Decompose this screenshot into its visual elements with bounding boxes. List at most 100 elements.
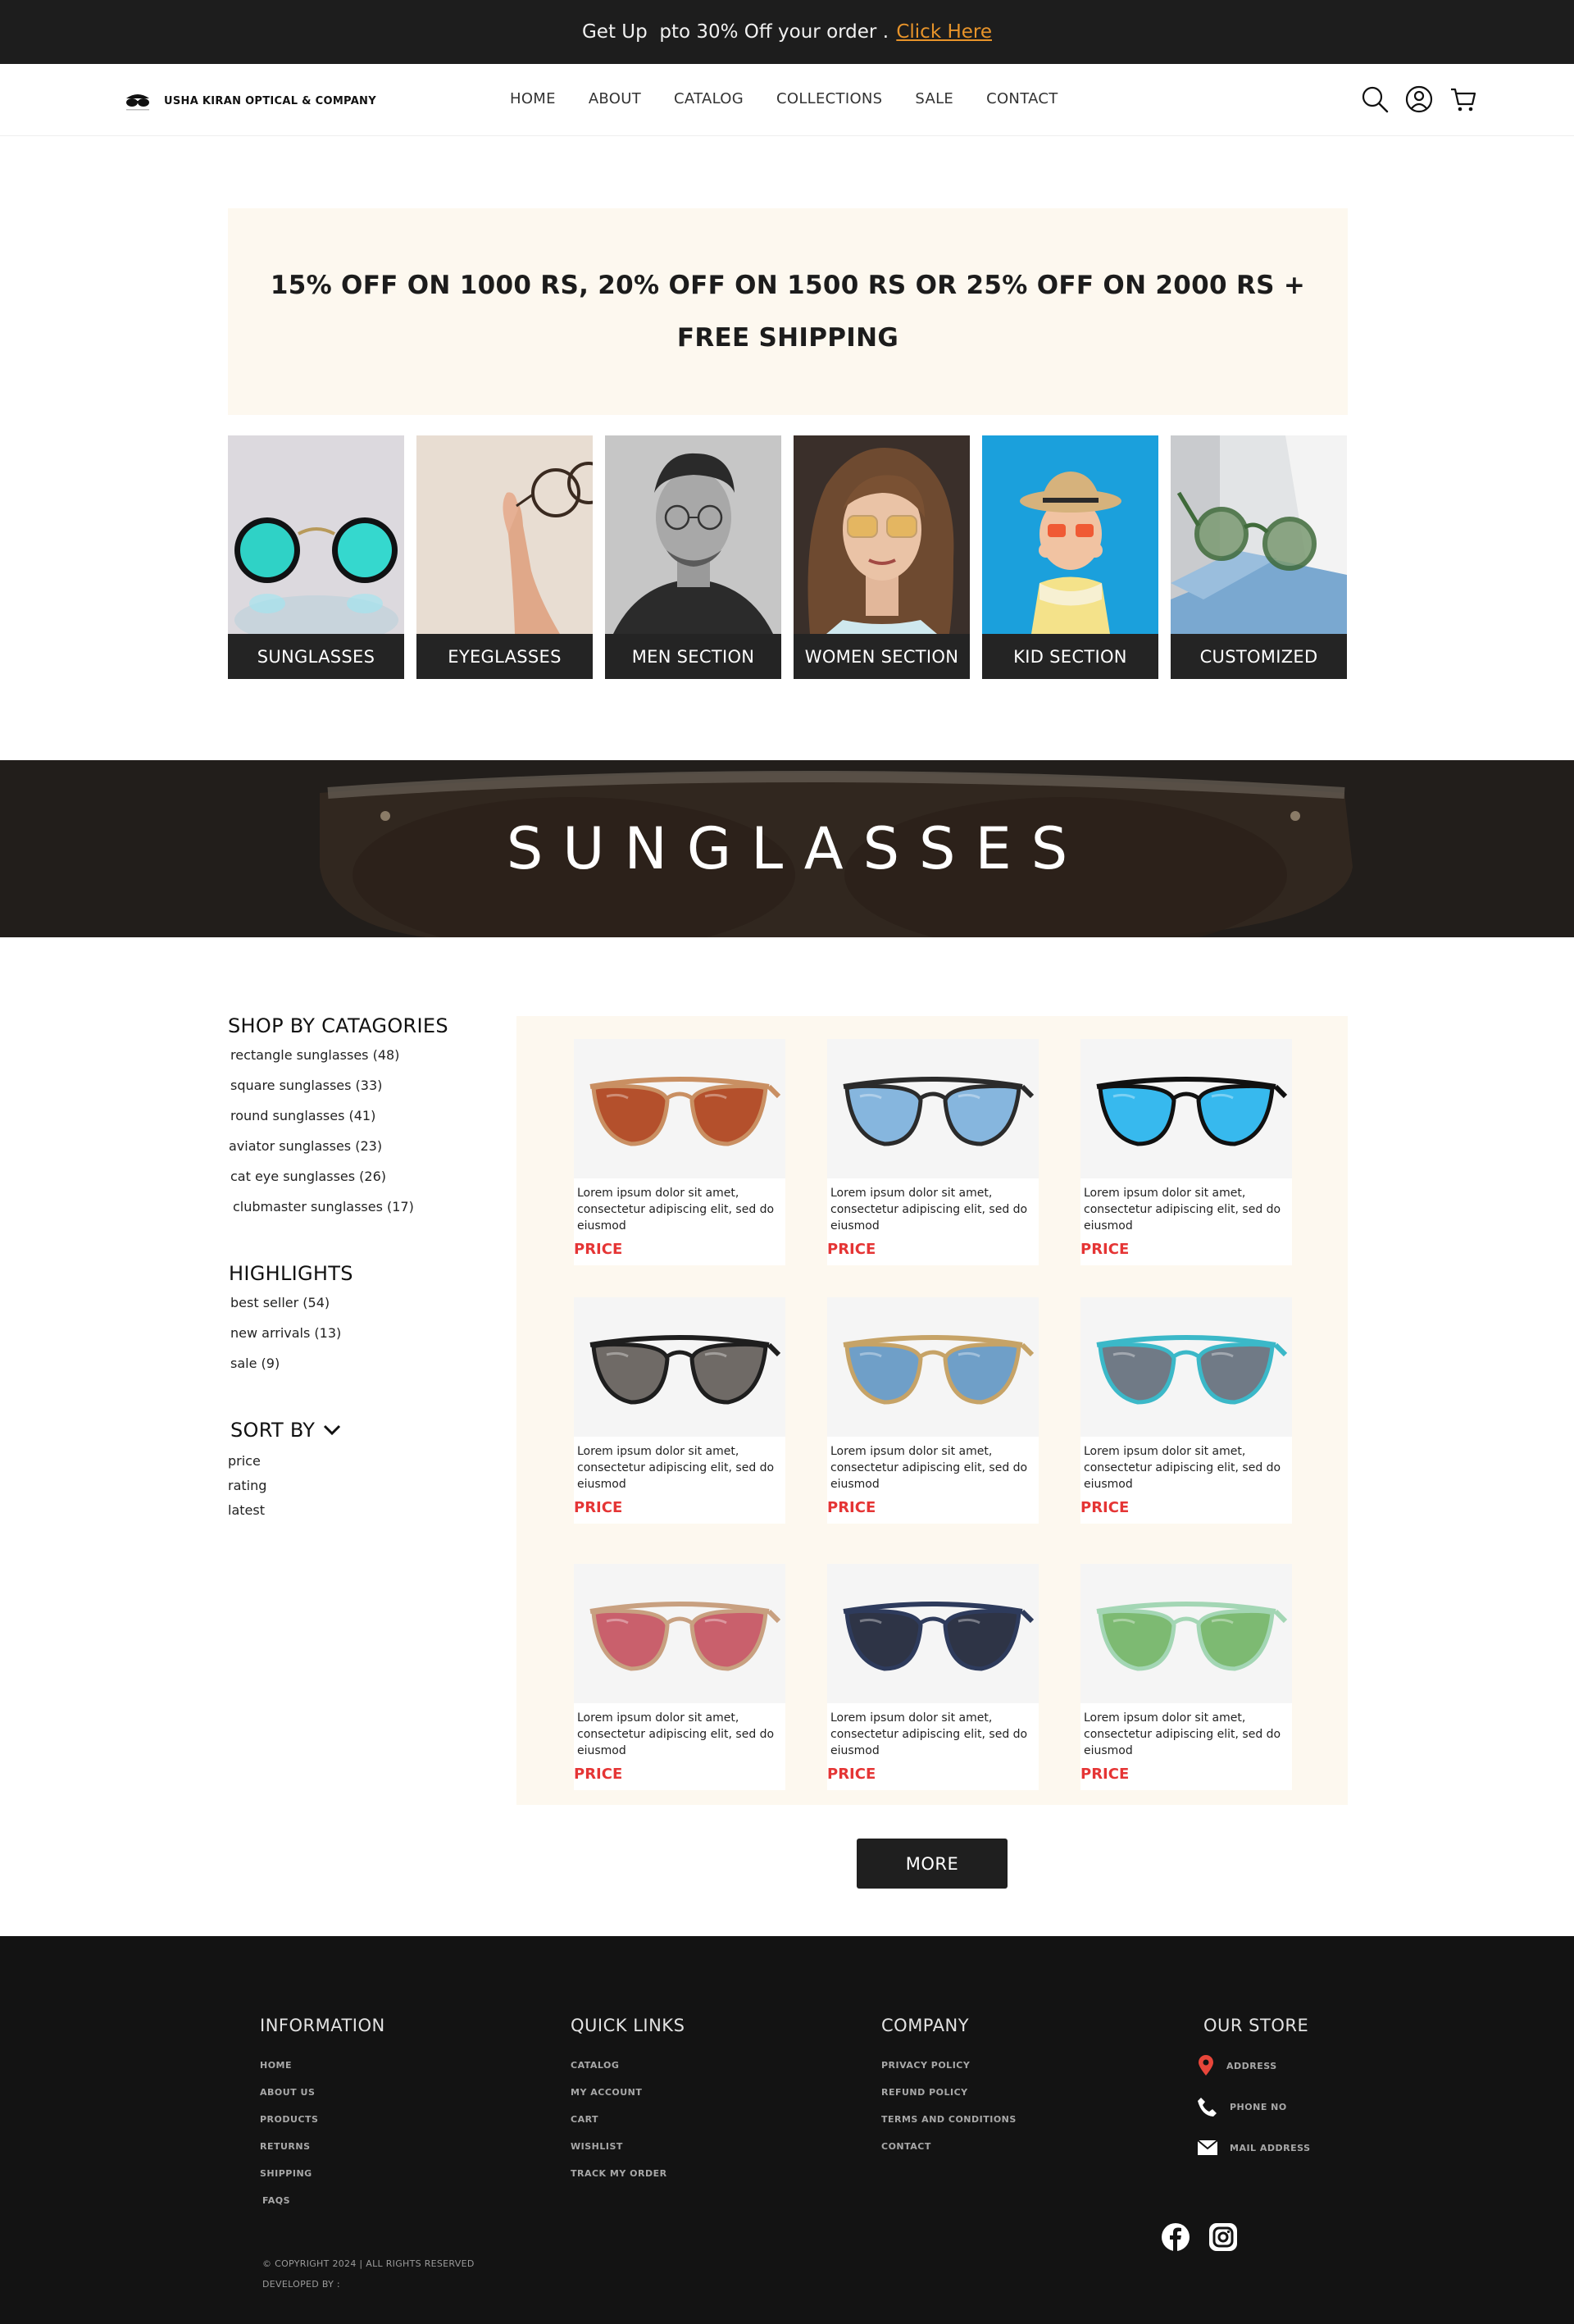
site-footer: INFORMATION HOME ABOUT US PRODUCTS RETUR… bbox=[0, 1936, 1574, 2324]
filter-item[interactable]: square sunglasses (33) bbox=[230, 1078, 482, 1108]
nav-catalog[interactable]: CATALOG bbox=[674, 90, 744, 107]
store-address[interactable]: ADDRESS bbox=[1197, 2045, 1311, 2086]
category-kid-section[interactable]: KID SECTION bbox=[982, 435, 1158, 679]
footer-link[interactable]: MY ACCOUNT bbox=[571, 2087, 685, 2114]
sunglasses-product-icon bbox=[827, 1039, 1039, 1178]
instagram-icon[interactable] bbox=[1208, 2222, 1238, 2252]
filter-item[interactable]: clubmaster sunglasses (17) bbox=[233, 1199, 482, 1229]
category-sunglasses[interactable]: SUNGLASSES bbox=[228, 435, 404, 679]
footer-link[interactable]: HOME bbox=[260, 2060, 385, 2087]
store-mail[interactable]: MAIL ADDRESS bbox=[1197, 2127, 1311, 2168]
brand-name: USHA KIRAN OPTICAL & COMPANY bbox=[164, 94, 376, 107]
product-card[interactable]: Lorem ipsum dolor sit amet, consectetur … bbox=[574, 1564, 785, 1790]
social-links bbox=[1161, 2222, 1238, 2252]
category-men-section[interactable]: MEN SECTION bbox=[605, 435, 781, 679]
category-image bbox=[1171, 435, 1347, 634]
sort-option-latest[interactable]: latest bbox=[228, 1502, 482, 1527]
product-card[interactable]: Lorem ipsum dolor sit amet, consectetur … bbox=[1080, 1039, 1292, 1265]
product-card[interactable]: Lorem ipsum dolor sit amet, consectetur … bbox=[574, 1297, 785, 1524]
store-mail-label: MAIL ADDRESS bbox=[1230, 2142, 1311, 2153]
mail-icon bbox=[1197, 2139, 1218, 2155]
footer-link[interactable]: REFUND POLICY bbox=[881, 2087, 1017, 2114]
product-image[interactable] bbox=[827, 1564, 1039, 1703]
product-image[interactable] bbox=[827, 1039, 1039, 1178]
store-phone[interactable]: PHONE NO bbox=[1197, 2086, 1311, 2127]
cart-icon[interactable] bbox=[1449, 85, 1477, 113]
filter-item[interactable]: rectangle sunglasses (48) bbox=[230, 1047, 482, 1078]
footer-link[interactable]: CART bbox=[571, 2114, 685, 2141]
product-image[interactable] bbox=[574, 1564, 785, 1703]
highlight-item[interactable]: new arrivals (13) bbox=[230, 1325, 482, 1356]
footer-link[interactable]: TERMS AND CONDITIONS bbox=[881, 2114, 1017, 2141]
product-price: PRICE bbox=[574, 1499, 623, 1516]
footer-link[interactable]: FAQS bbox=[262, 2195, 385, 2222]
footer-link[interactable]: CATALOG bbox=[571, 2060, 685, 2087]
product-card[interactable]: Lorem ipsum dolor sit amet, consectetur … bbox=[827, 1297, 1039, 1524]
chevron-down-icon bbox=[324, 1424, 341, 1436]
category-eyeglasses[interactable]: EYEGLASSES bbox=[416, 435, 593, 679]
footer-company: COMPANY PRIVACY POLICY REFUND POLICY TER… bbox=[881, 2016, 1017, 2168]
sort-option-rating[interactable]: rating bbox=[228, 1478, 482, 1502]
announcement-text: Get Up pto 30% Off your order . bbox=[581, 21, 895, 43]
collection-banner: SUNGLASSES bbox=[0, 760, 1574, 937]
highlights-heading: HIGHLIGHTS bbox=[229, 1262, 353, 1285]
highlight-item[interactable]: best seller (54) bbox=[230, 1295, 482, 1325]
filter-item[interactable]: cat eye sunglasses (26) bbox=[230, 1169, 482, 1199]
footer-link[interactable]: PRIVACY POLICY bbox=[881, 2060, 1017, 2087]
filter-item[interactable]: round sunglasses (41) bbox=[230, 1108, 482, 1138]
product-image[interactable] bbox=[574, 1297, 785, 1437]
nav-sale[interactable]: SALE bbox=[915, 90, 953, 107]
footer-link[interactable]: WISHLIST bbox=[571, 2141, 685, 2168]
category-women-section[interactable]: WOMEN SECTION bbox=[794, 435, 970, 679]
product-price: PRICE bbox=[1080, 1766, 1130, 1783]
product-price: PRICE bbox=[827, 1499, 876, 1516]
highlight-item[interactable]: sale (9) bbox=[230, 1356, 482, 1386]
page: Get Up pto 30% Off your order . Click He… bbox=[0, 0, 1574, 2324]
product-image[interactable] bbox=[574, 1039, 785, 1178]
brand-logo[interactable]: USHA KIRAN OPTICAL & COMPANY bbox=[123, 89, 376, 113]
product-image[interactable] bbox=[1080, 1039, 1292, 1178]
product-image[interactable] bbox=[1080, 1297, 1292, 1437]
category-label: MEN SECTION bbox=[605, 634, 781, 679]
nav-home[interactable]: HOME bbox=[510, 90, 556, 107]
product-image[interactable] bbox=[1080, 1564, 1292, 1703]
sort-option-price[interactable]: price bbox=[228, 1453, 482, 1478]
copyright-text: © COPYRIGHT 2024 | ALL RIGHTS RESERVED bbox=[262, 2258, 475, 2269]
filter-item[interactable]: aviator sunglasses (23) bbox=[229, 1138, 482, 1169]
nav-collections[interactable]: COLLECTIONS bbox=[776, 90, 882, 107]
nav-about[interactable]: ABOUT bbox=[589, 90, 641, 107]
location-pin-icon bbox=[1199, 2055, 1213, 2076]
sunglasses-product-icon bbox=[1080, 1564, 1292, 1703]
product-card[interactable]: Lorem ipsum dolor sit amet, consectetur … bbox=[1080, 1297, 1292, 1524]
product-card[interactable]: Lorem ipsum dolor sit amet, consectetur … bbox=[574, 1039, 785, 1265]
footer-link[interactable]: CONTACT bbox=[881, 2141, 1017, 2168]
category-label: EYEGLASSES bbox=[416, 634, 593, 679]
category-label: KID SECTION bbox=[982, 634, 1158, 679]
account-icon[interactable] bbox=[1405, 85, 1433, 113]
footer-link[interactable]: PRODUCTS bbox=[260, 2114, 385, 2141]
more-button[interactable]: MORE bbox=[857, 1839, 1008, 1889]
product-card[interactable]: Lorem ipsum dolor sit amet, consectetur … bbox=[827, 1039, 1039, 1265]
sort-by-toggle[interactable]: SORT BY bbox=[230, 1419, 482, 1442]
search-icon[interactable] bbox=[1361, 85, 1389, 113]
product-card[interactable]: Lorem ipsum dolor sit amet, consectetur … bbox=[827, 1564, 1039, 1790]
footer-heading: COMPANY bbox=[881, 2016, 970, 2035]
footer-heading: QUICK LINKS bbox=[571, 2016, 685, 2035]
footer-link[interactable]: ABOUT US bbox=[260, 2087, 385, 2114]
footer-store: OUR STORE ADDRESS PHONE NO MAIL ADDRESS bbox=[1197, 2016, 1311, 2168]
category-label: WOMEN SECTION bbox=[794, 634, 970, 679]
facebook-icon[interactable] bbox=[1161, 2222, 1190, 2252]
product-description: Lorem ipsum dolor sit amet, consectetur … bbox=[1084, 1445, 1281, 1491]
store-phone-label: PHONE NO bbox=[1230, 2101, 1287, 2112]
footer-link[interactable]: SHIPPING bbox=[260, 2168, 385, 2195]
product-image[interactable] bbox=[827, 1297, 1039, 1437]
footer-link[interactable]: RETURNS bbox=[260, 2141, 385, 2168]
footer-link[interactable]: TRACK MY ORDER bbox=[571, 2168, 685, 2195]
product-card[interactable]: Lorem ipsum dolor sit amet, consectetur … bbox=[1080, 1564, 1292, 1790]
banner-title: SUNGLASSES bbox=[506, 815, 1088, 882]
product-price: PRICE bbox=[827, 1766, 876, 1783]
category-customized[interactable]: CUSTOMIZED bbox=[1171, 435, 1347, 679]
product-price: PRICE bbox=[1080, 1241, 1130, 1258]
nav-contact[interactable]: CONTACT bbox=[986, 90, 1058, 107]
announcement-link[interactable]: Click Here bbox=[896, 21, 992, 43]
